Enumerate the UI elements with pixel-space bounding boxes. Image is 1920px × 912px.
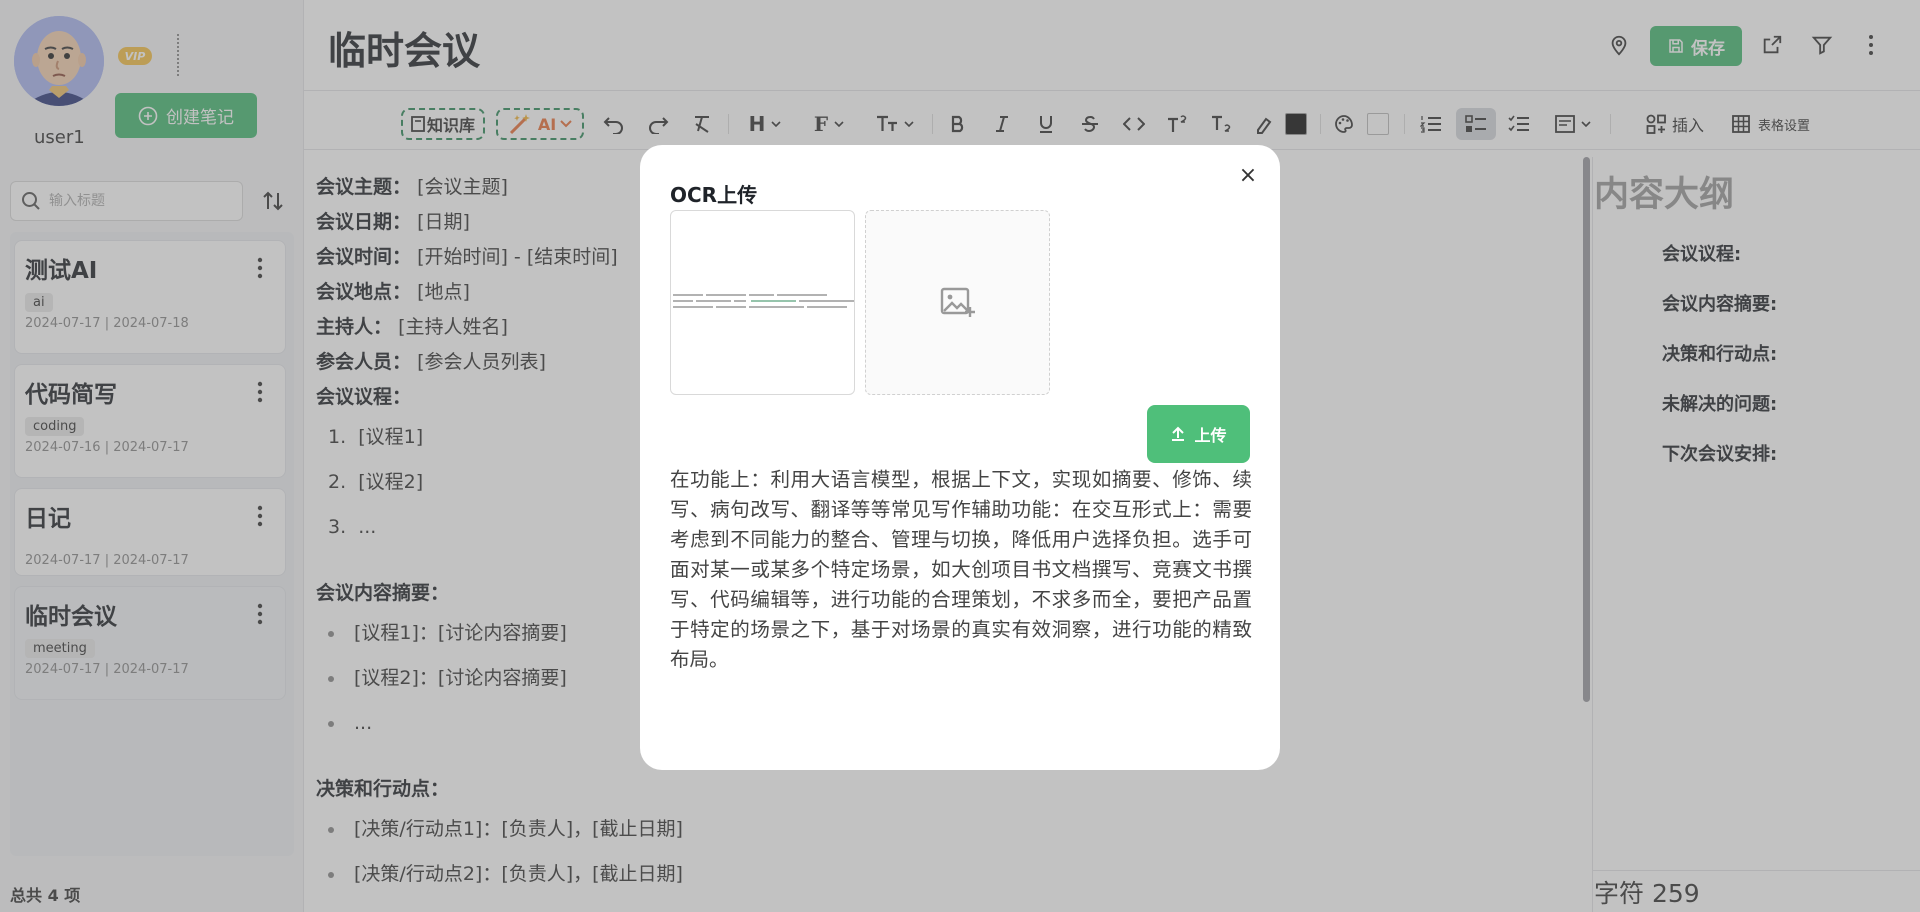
close-icon[interactable]: × [1236,163,1260,188]
upload-button[interactable]: 上传 [1147,405,1250,463]
ocr-upload-dialog: OCR上传 × 上传 在功能上：利用大语言模型，根据上下文，实现如摘要、修饰、续… [640,145,1280,770]
ocr-result-text[interactable]: 在功能上：利用大语言模型，根据上下文，实现如摘要、修饰、续写、病句改写、翻译等等… [670,465,1252,675]
add-image-icon [940,287,976,319]
uploaded-image-thumbnail[interactable] [670,210,855,395]
dialog-title: OCR上传 [670,183,758,207]
add-image-button[interactable] [865,210,1050,395]
upload-icon [1170,426,1186,442]
upload-label: 上传 [1194,426,1227,445]
